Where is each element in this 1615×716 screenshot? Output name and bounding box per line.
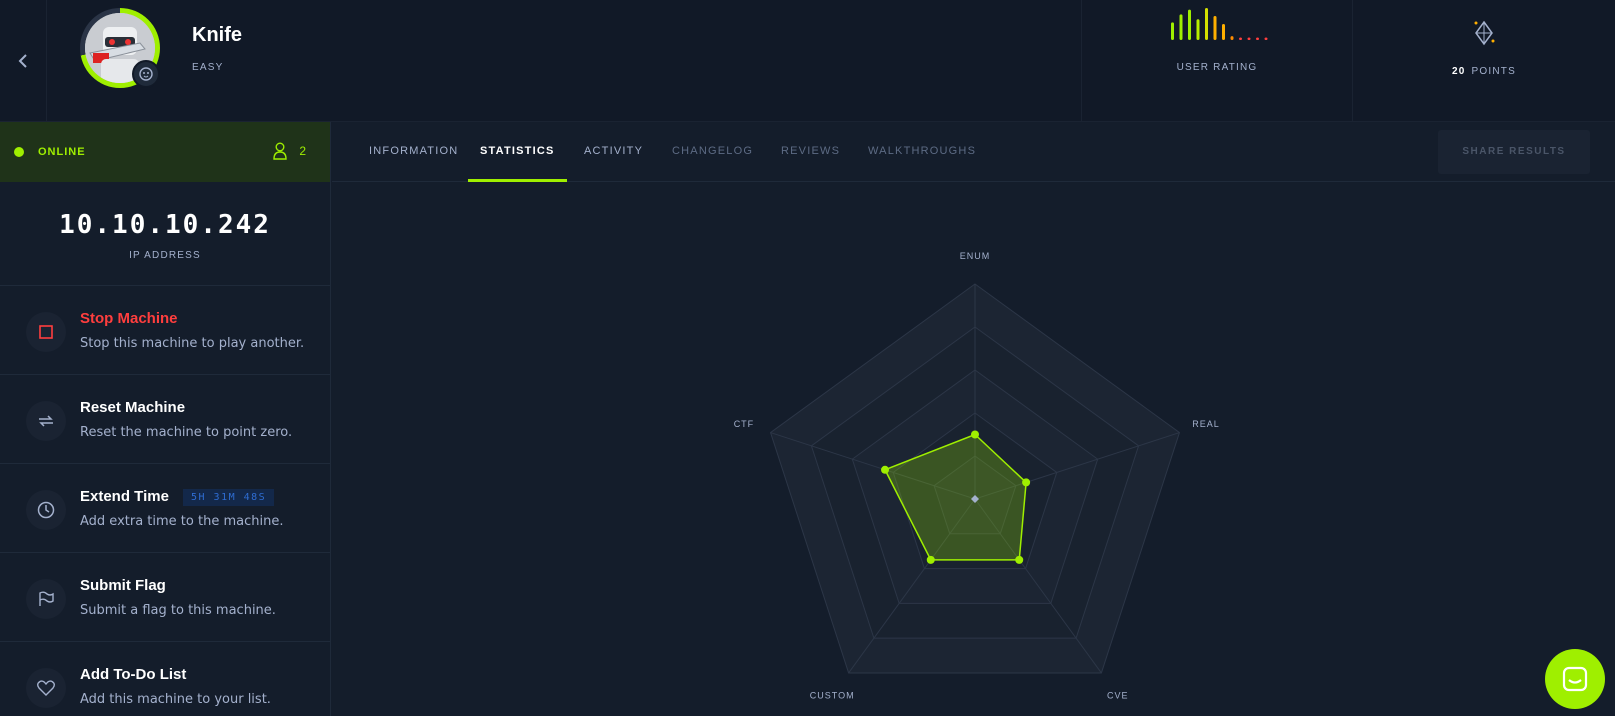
machine-status-bar: ONLINE 2 [0,122,330,182]
tab-reviews[interactable]: REVIEWS [781,122,840,182]
rating-bar [1205,8,1208,40]
rating-bar [1230,36,1234,40]
user-rating: USER RATING [1082,0,1352,122]
reset-machine-button[interactable]: Reset Machine Reset the machine to point… [0,375,330,464]
action-desc: Submit a flag to this machine. [80,603,276,618]
radar-point[interactable] [926,555,935,564]
tab-walkthroughs[interactable]: WALKTHROUGHS [868,122,976,182]
rating-bars [1171,8,1268,40]
action-desc: Add extra time to the machine. [80,514,284,529]
action-title: Stop Machine [80,310,178,327]
clock-icon [26,490,66,530]
radar-axis-label: CUSTOM [810,691,855,701]
points-text: 20 POINTS [1353,66,1615,77]
time-remaining-badge: 5H 31M 48S [183,489,275,506]
action-desc: Reset the machine to point zero. [80,425,293,440]
action-title: Add To-Do List [80,666,187,683]
radar-point[interactable] [971,430,979,439]
ip-address-label: IP ADDRESS [129,250,201,261]
rating-bar [1196,19,1200,40]
radar-axis-label: REAL [1192,419,1220,429]
stop-machine-button[interactable]: Stop Machine Stop this machine to play a… [0,286,330,375]
tab-bar: INFORMATION STATISTICS ACTIVITY CHANGELO… [332,122,1615,182]
chat-bubble-icon [1562,666,1588,692]
rating-bar [1179,14,1183,40]
chevron-left-icon [18,54,27,68]
action-title: Submit Flag [80,577,166,594]
stop-icon [26,312,66,352]
action-desc: Add this machine to your list. [80,692,271,707]
radar-chart: ENUM REAL CVE CUSTOM CTF [734,251,1220,701]
points-value: 20 [1452,66,1466,77]
rating-bar [1171,22,1174,40]
radar-axis-label: ENUM [960,251,991,261]
rating-bar [1222,24,1225,40]
rating-bar [1188,9,1191,40]
tab-changelog[interactable]: CHANGELOG [672,122,753,182]
share-results-button[interactable]: SHARE RESULTS [1438,130,1590,174]
machine-header: Knife EASY USER RATING 20 POINTS [0,0,1615,122]
action-title: Reset Machine [80,399,186,416]
radar-point[interactable] [1022,478,1031,487]
radar-point[interactable] [881,465,890,474]
machine-avatar [80,8,160,88]
ip-address[interactable]: 10.10.10.242 [0,210,330,240]
flag-icon [26,579,66,619]
diamond-points-icon [1474,20,1495,46]
submit-flag-button[interactable]: Submit Flag Submit a flag to this machin… [0,553,330,642]
active-players: 2 [273,142,306,160]
rating-bar [1256,37,1259,40]
extend-time-button[interactable]: Extend Time 5H 31M 48S Add extra time to… [0,464,330,553]
points-label: POINTS [1471,66,1516,77]
radar-axis-label: CTF [734,419,755,429]
rating-bar [1213,16,1217,40]
user-icon [273,142,288,160]
tab-information[interactable]: INFORMATION [369,122,458,182]
rating-bar [1247,37,1251,40]
status-label: ONLINE [38,146,86,158]
action-desc: Stop this machine to play another. [80,336,305,351]
chat-button[interactable] [1545,649,1605,709]
machine-sidebar: ONLINE 2 10.10.10.242 IP ADDRESS Stop Ma… [0,122,331,716]
radar-axis-label: CVE [1107,691,1129,701]
machine-difficulty: EASY [192,62,224,73]
rating-bar [1264,37,1268,40]
players-count: 2 [299,144,306,158]
machine-name: Knife [192,24,242,46]
tab-activity[interactable]: ACTIVITY [584,122,643,182]
heart-icon [26,668,66,708]
tab-statistics[interactable]: STATISTICS [468,122,567,182]
ip-address-block: 10.10.10.242 IP ADDRESS [0,182,330,286]
add-todo-button[interactable]: Add To-Do List Add this machine to your … [0,642,330,716]
statistics-radar-chart: ENUM REAL CVE CUSTOM CTF [332,183,1615,716]
linux-penguin-icon [132,60,160,88]
back-button[interactable] [0,0,47,122]
rating-bar [1239,37,1242,40]
machine-points: 20 POINTS [1353,0,1615,122]
reset-icon [26,401,66,441]
status-dot [14,147,24,157]
radar-point[interactable] [1015,555,1024,564]
user-rating-label: USER RATING [1176,62,1258,73]
action-title: Extend Time [80,488,169,505]
